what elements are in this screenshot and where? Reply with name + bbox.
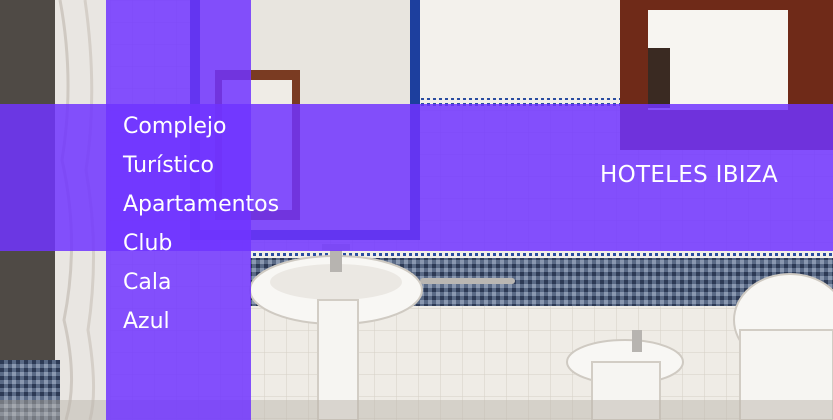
hotel-name-line: Club [123, 231, 173, 256]
hotel-name-line: Azul [123, 309, 170, 334]
hero-banner: Complejo Turístico Apartamentos Club Cal… [0, 0, 833, 420]
brand-label: HOTELES IBIZA [600, 162, 778, 188]
hotel-name-line: Complejo [123, 114, 227, 139]
hotel-name-line: Apartamentos [123, 192, 280, 217]
hotel-name-line: Cala [123, 270, 172, 295]
hotel-name-line: Turístico [123, 153, 214, 178]
towel-rail [420, 278, 515, 284]
hotel-name-title: Complejo Turístico Apartamentos Club Cal… [123, 107, 313, 341]
